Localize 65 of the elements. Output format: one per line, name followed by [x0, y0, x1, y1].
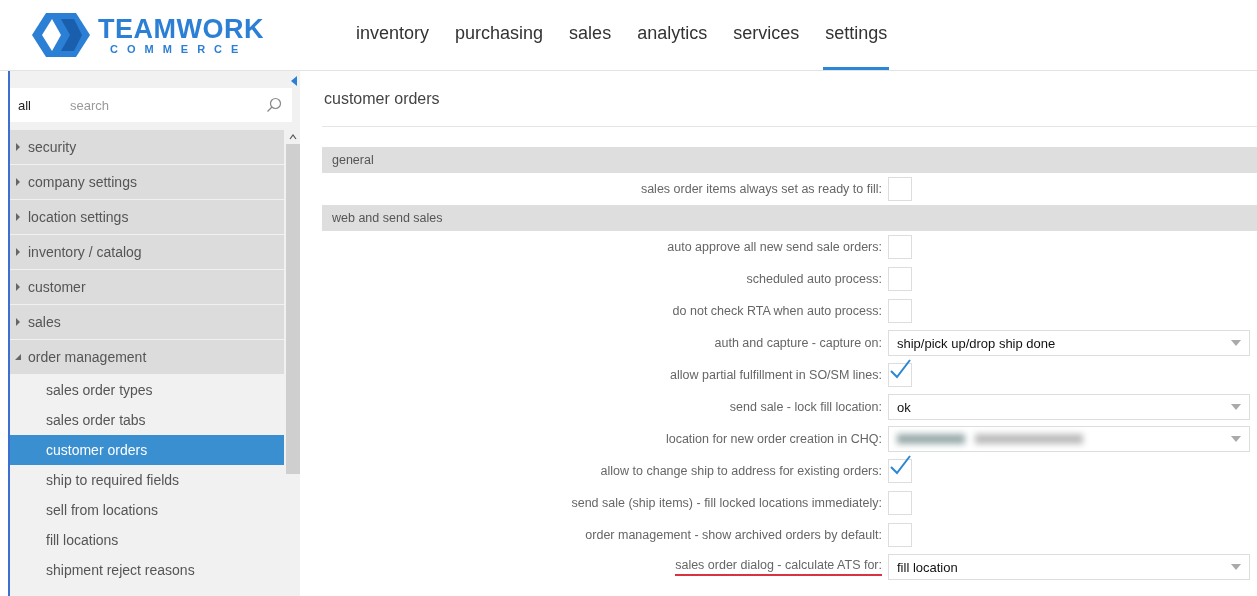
sidebar-item[interactable]: ship to required fields: [10, 465, 284, 495]
caret-icon: [1231, 564, 1241, 570]
sidebar-group[interactable]: security: [10, 130, 284, 164]
field-label: auto approve all new send sale orders:: [667, 240, 882, 254]
dropdown[interactable]: [888, 426, 1250, 452]
caret-icon: [14, 283, 22, 291]
dropdown[interactable]: ship/pick up/drop ship done: [888, 330, 1250, 356]
field-label: do not check RTA when auto process:: [672, 304, 882, 318]
checkbox[interactable]: [888, 267, 912, 291]
nav-tab[interactable]: services: [731, 0, 802, 70]
field-label: location for new order creation in CHQ:: [665, 432, 882, 446]
caret-icon: [14, 353, 22, 361]
sidebar-item[interactable]: fill locations: [10, 525, 284, 555]
nav-tab[interactable]: sales: [567, 0, 614, 70]
search-field[interactable]: search: [68, 96, 256, 114]
field-label: sales order items always set as ready to fill:: [640, 182, 882, 196]
logo-tagline: COMMERCE: [109, 43, 249, 55]
sidebar-item[interactable]: shipment reject reasons: [10, 555, 284, 585]
sidebar-group[interactable]: location settings: [10, 200, 284, 234]
nav-tab[interactable]: analytics: [635, 0, 710, 70]
sidebar-group[interactable]: customer: [10, 270, 284, 304]
caret-icon: [14, 143, 22, 151]
sidebar-item[interactable]: sell from locations: [10, 495, 284, 525]
sidebar-group[interactable]: inventory / catalog: [10, 235, 284, 269]
dropdown[interactable]: ok: [888, 394, 1250, 420]
sidebar-group[interactable]: order management: [10, 340, 284, 374]
nav-tab[interactable]: inventory: [354, 0, 432, 70]
dropdown[interactable]: fill location: [888, 554, 1250, 580]
field-label: allow to change ship to address for existing orders:: [600, 464, 882, 478]
logo-icon: [30, 11, 92, 59]
field-label: sales order dialog - calculate ATS for:: [675, 558, 882, 576]
checkbox[interactable]: [888, 235, 912, 259]
collapse-icon[interactable]: [290, 76, 298, 86]
caret-icon: [1231, 404, 1241, 410]
checkbox[interactable]: [888, 523, 912, 547]
sidebar-group[interactable]: company settings: [10, 165, 284, 199]
field-label: send sale (ship items) - fill locked locations immediately:: [571, 496, 882, 510]
caret-icon: [14, 248, 22, 256]
caret-icon: [1231, 340, 1241, 346]
checkbox[interactable]: [888, 491, 912, 515]
scroll-up-icon[interactable]: [289, 134, 297, 140]
nav-tab[interactable]: purchasing: [453, 0, 546, 70]
filter-label: all: [18, 97, 32, 113]
caret-icon: [14, 213, 22, 221]
caret-icon: [14, 178, 22, 186]
checkbox[interactable]: [888, 299, 912, 323]
field-label: allow partial fulfillment in SO/SM lines:: [670, 368, 882, 382]
field-label: order management - show archived orders by default:: [585, 528, 882, 542]
logo-wordmark: TEAMWORK: [98, 15, 264, 43]
field-label: scheduled auto process:: [746, 272, 882, 286]
nav-tab[interactable]: settings: [823, 0, 890, 70]
sidebar-item[interactable]: sales order types: [10, 375, 284, 405]
sidebar-group[interactable]: sales: [10, 305, 284, 339]
field-label: send sale - lock fill location:: [729, 400, 882, 414]
sidebar-item[interactable]: customer orders: [10, 435, 284, 465]
caret-icon: [14, 318, 22, 326]
page-title: customer orders: [322, 71, 1257, 127]
search-icon[interactable]: [266, 97, 282, 113]
section-header: web and send sales: [322, 205, 1257, 231]
search-bar[interactable]: all search: [10, 88, 292, 122]
sidebar-item[interactable]: sales order tabs: [10, 405, 284, 435]
checkbox[interactable]: [888, 177, 912, 201]
field-label: auth and capture - capture on:: [714, 336, 882, 350]
caret-icon: [1231, 436, 1241, 442]
section-header: general: [322, 147, 1257, 173]
